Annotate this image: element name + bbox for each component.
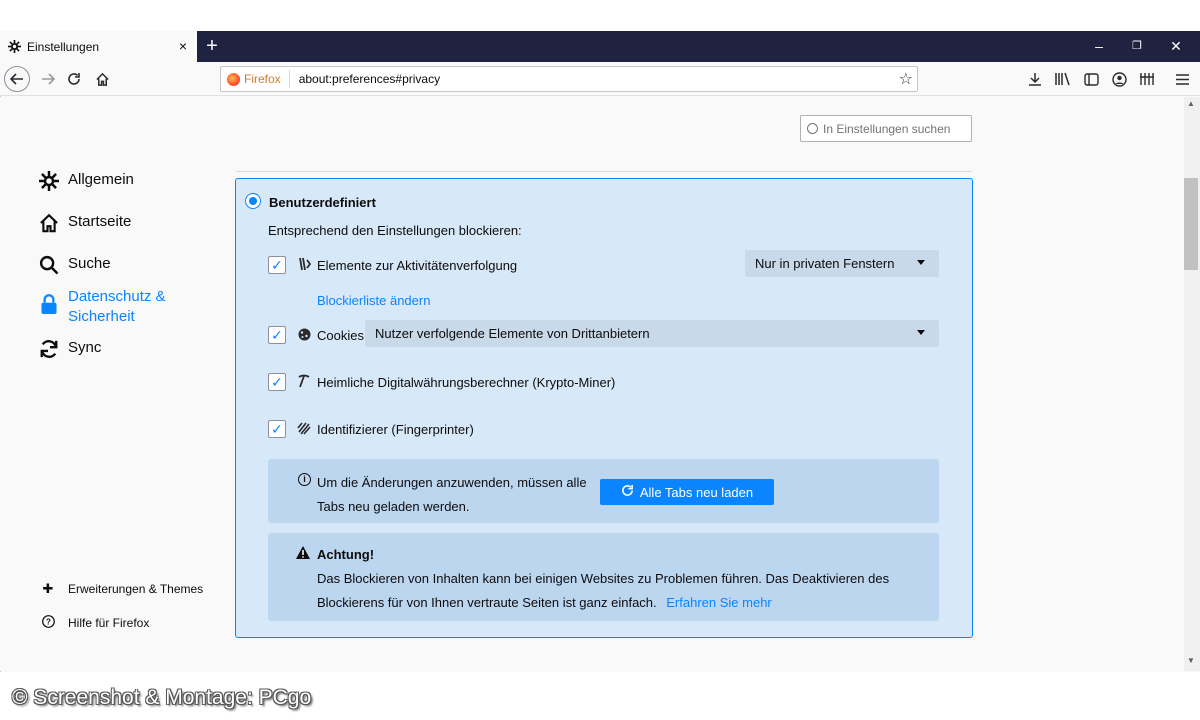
sidebar-item-allgemein[interactable]: Allgemein: [38, 170, 134, 192]
sidebar-toggle-icon[interactable]: [1082, 70, 1100, 88]
dropdown-value: Nur in privaten Fenstern: [755, 256, 895, 271]
settings-search-input[interactable]: In Einstellungen suchen: [800, 115, 972, 142]
cookie-icon: [296, 327, 312, 345]
warning-text-line2-content: Blockierens für von Ihnen vertraute Seit…: [317, 595, 657, 610]
maximize-button[interactable]: ❐: [1130, 39, 1144, 53]
svg-text:?: ?: [46, 618, 51, 627]
reload-notice-text: Um die Änderungen anzuwenden, müssen all…: [317, 475, 587, 514]
sidebar-item-label-line2: Sicherheit: [68, 308, 135, 325]
cryptominers-checkbox[interactable]: ✓: [268, 373, 286, 391]
close-tab-icon[interactable]: ×: [179, 38, 187, 54]
navigation-toolbar: Firefox about:preferences#privacy ☆: [0, 62, 1200, 96]
search-icon: [807, 123, 818, 134]
tab-strip: Einstellungen × + – ❐ ✕: [0, 31, 1200, 62]
cookies-checkbox[interactable]: ✓: [268, 326, 286, 344]
scroll-down-arrow-icon[interactable]: ▼: [1187, 656, 1195, 665]
sidebar-item-startseite[interactable]: Startseite: [38, 212, 131, 234]
identity-badge[interactable]: Firefox: [221, 70, 290, 88]
fingerprinters-checkbox[interactable]: ✓: [268, 420, 286, 438]
downloads-icon[interactable]: [1026, 70, 1044, 88]
bookmark-star-icon[interactable]: ☆: [899, 69, 913, 89]
url-bar[interactable]: Firefox about:preferences#privacy ☆: [220, 66, 918, 92]
cookies-label: Cookies: [317, 328, 364, 343]
forward-button[interactable]: [36, 67, 60, 91]
account-icon[interactable]: [1110, 70, 1128, 88]
chevron-down-icon: [917, 260, 925, 265]
new-tab-button[interactable]: +: [203, 34, 221, 58]
chevron-down-icon: [917, 330, 925, 335]
scrollbar-thumb[interactable]: [1184, 178, 1198, 270]
search-icon: [38, 254, 60, 276]
lock-icon: [38, 293, 60, 315]
sidebar-item-label: Allgemein: [68, 171, 134, 188]
home-icon: [38, 212, 60, 234]
minimize-button[interactable]: –: [1092, 39, 1106, 53]
sidebar-item-label: Suche: [68, 255, 111, 272]
extensions-toolbar-icon[interactable]: [1138, 70, 1156, 88]
scroll-up-arrow-icon[interactable]: ▲: [1187, 99, 1195, 108]
hamburger-menu-icon[interactable]: [1173, 70, 1191, 88]
info-icon: i: [298, 473, 311, 486]
warning-title: Achtung!: [317, 547, 375, 562]
reload-button[interactable]: [62, 67, 86, 91]
sidebar-item-datenschutz[interactable]: Datenschutz & Sicherheit: [38, 287, 166, 327]
cryptominer-icon: [296, 374, 312, 391]
library-icon[interactable]: [1054, 70, 1072, 88]
url-text[interactable]: about:preferences#privacy: [299, 72, 440, 86]
sidebar-footer-help[interactable]: ? Hilfe für Firefox: [40, 615, 149, 631]
sidebar-footer-extensions[interactable]: ✚ Erweiterungen & Themes: [40, 581, 204, 597]
cookies-dropdown[interactable]: Nutzer verfolgende Elemente von Drittanb…: [365, 320, 939, 347]
tab-title: Einstellungen: [27, 39, 100, 54]
gear-icon: [38, 170, 60, 192]
blocking-description: Entsprechend den Einstellungen blockiere…: [268, 223, 522, 238]
tracker-icon: [296, 257, 312, 274]
warning-text-line2: Blockierens für von Ihnen vertraute Seit…: [317, 595, 772, 610]
tracking-checkbox[interactable]: ✓: [268, 256, 286, 274]
custom-radio-label[interactable]: Benutzerdefiniert: [269, 195, 376, 210]
firefox-logo-icon: [227, 72, 240, 86]
warning-icon: [296, 546, 310, 562]
arrow-right-icon: [42, 73, 55, 85]
reload-icon: [621, 484, 634, 500]
tracking-scope-dropdown[interactable]: Nur in privaten Fenstern: [745, 250, 939, 277]
change-blocklist-link[interactable]: Blockierliste ändern: [317, 293, 430, 308]
sidebar-item-label: Sync: [68, 339, 102, 356]
close-window-button[interactable]: ✕: [1169, 39, 1183, 53]
gear-icon: [8, 40, 21, 53]
tracking-label: Elemente zur Aktivitätenverfolgung: [317, 258, 518, 273]
help-icon: ?: [40, 615, 56, 631]
home-button[interactable]: [90, 67, 114, 91]
footer-label: Hilfe für Firefox: [68, 616, 150, 630]
tab-einstellungen[interactable]: Einstellungen ×: [0, 31, 197, 62]
fingerprint-icon: [296, 421, 312, 438]
warning-text-line1: Das Blockieren von Inhalten kann bei ein…: [317, 571, 890, 586]
sidebar-item-label-line1: Datenschutz &: [68, 288, 166, 305]
reload-all-tabs-button[interactable]: Alle Tabs neu laden: [600, 479, 774, 505]
search-placeholder: In Einstellungen suchen: [823, 121, 951, 136]
sync-icon: [38, 338, 60, 360]
cryptominers-label: Heimliche Digitalwährungsberechner (Kryp…: [317, 375, 616, 390]
fingerprinters-label: Identifizierer (Fingerprinter): [317, 422, 474, 437]
watermark: © Screenshot & Montage: PCgo: [12, 686, 312, 709]
puzzle-icon: ✚: [42, 581, 54, 596]
sidebar-item-label: Startseite: [68, 213, 132, 230]
previous-section-border: [236, 160, 972, 172]
learn-more-link[interactable]: Erfahren Sie mehr: [666, 595, 772, 610]
dropdown-value: Nutzer verfolgende Elemente von Drittanb…: [375, 326, 650, 341]
reload-button-label: Alle Tabs neu laden: [639, 484, 754, 500]
footer-label: Erweiterungen & Themes: [68, 582, 204, 596]
reload-icon: [68, 73, 80, 85]
back-button[interactable]: [4, 66, 30, 92]
sidebar-item-suche[interactable]: Suche: [38, 254, 111, 276]
sidebar-item-sync[interactable]: Sync: [38, 338, 101, 360]
arrow-left-icon: [10, 73, 23, 85]
identity-label: Firefox: [244, 72, 281, 86]
home-icon: [95, 72, 109, 86]
sidebar-item-label: Datenschutz & Sicherheit: [68, 287, 166, 327]
custom-radio-button[interactable]: [245, 193, 261, 209]
